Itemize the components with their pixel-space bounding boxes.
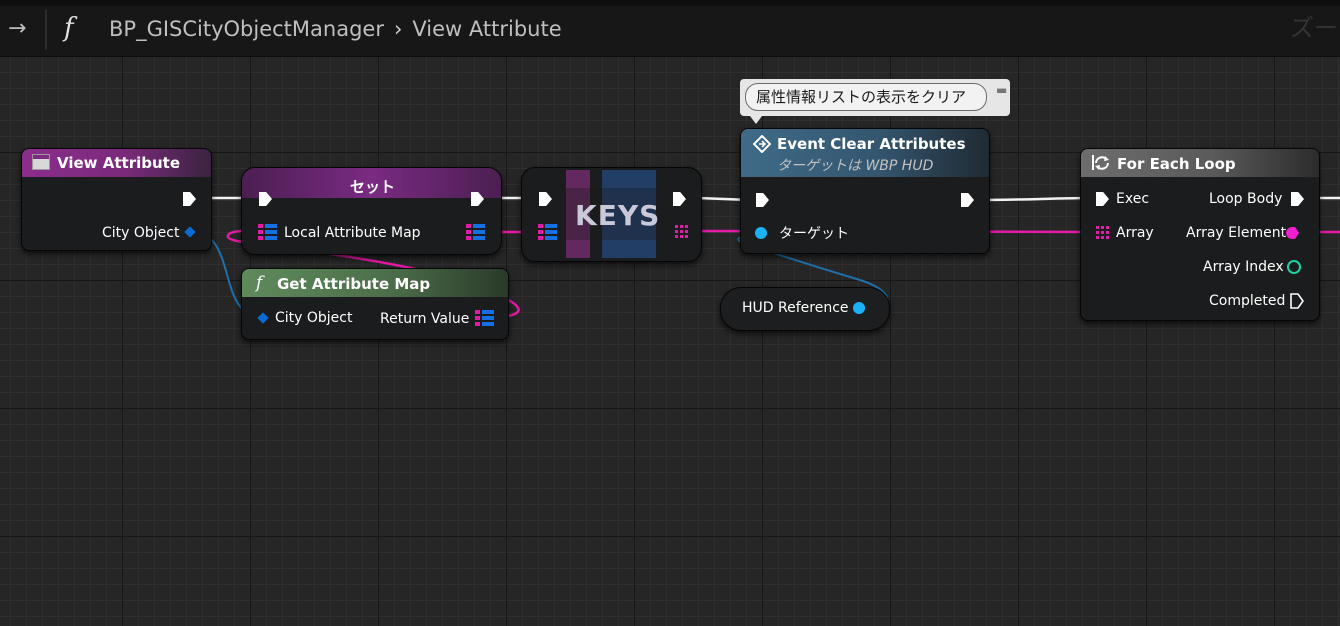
- exec-out-pin[interactable]: [961, 193, 974, 207]
- event-clear-attributes-node[interactable]: Event Clear Attributes ターゲットは WBP HUD ター…: [740, 128, 990, 254]
- map-pin-icon[interactable]: [466, 223, 485, 242]
- node-title: HUD Reference: [742, 300, 849, 316]
- array-pin-icon[interactable]: [1096, 226, 1110, 240]
- city-object-pin[interactable]: [184, 226, 196, 238]
- map-pin-icon[interactable]: [475, 309, 494, 328]
- node-title: Event Clear Attributes: [777, 135, 966, 153]
- pin-label: Local Attribute Map: [284, 225, 421, 241]
- hud-reference-node[interactable]: HUD Reference: [720, 287, 890, 331]
- node-title: View Attribute: [57, 154, 180, 172]
- city-object-pin[interactable]: [257, 312, 269, 324]
- for-each-loop-node[interactable]: For Each Loop Exec Loop Body Array Array…: [1080, 148, 1320, 321]
- node-title: Get Attribute Map: [277, 275, 431, 293]
- hud-reference-pin[interactable]: [853, 302, 865, 314]
- comment-text[interactable]: 属性情報リストの表示をクリア: [756, 87, 966, 107]
- map-pin-icon[interactable]: [258, 223, 277, 242]
- exec-out-pin[interactable]: [673, 192, 686, 206]
- set-node[interactable]: セット Local Attribute Map: [241, 167, 502, 255]
- node-title: For Each Loop: [1117, 155, 1236, 173]
- pin-label: ターゲット: [779, 226, 849, 242]
- exec-in-pin[interactable]: [539, 192, 552, 206]
- loop-icon: [1092, 155, 1109, 170]
- array-element-pin[interactable]: [1286, 227, 1299, 239]
- comment-bubble[interactable]: 属性情報リストの表示をクリア ▬: [740, 79, 1010, 124]
- map-pin-icon[interactable]: [538, 223, 557, 242]
- function-entry-icon: [32, 154, 50, 170]
- pin-label: Loop Body: [1209, 191, 1283, 207]
- pin-icon[interactable]: ▬: [996, 83, 1007, 97]
- target-pin[interactable]: [755, 227, 767, 239]
- get-attribute-map-node[interactable]: f Get Attribute Map City Object Return V…: [241, 268, 509, 340]
- node-title: セット: [350, 178, 396, 196]
- array-pin-icon[interactable]: [675, 225, 689, 239]
- node-title: KEYS: [575, 199, 661, 232]
- exec-in-pin[interactable]: [1096, 192, 1109, 206]
- keys-node[interactable]: KEYS: [521, 167, 702, 262]
- view-attribute-node[interactable]: View Attribute City Object: [21, 148, 212, 251]
- pin-label: Completed: [1209, 293, 1286, 309]
- exec-in-pin[interactable]: [756, 193, 769, 207]
- array-index-pin[interactable]: [1287, 260, 1301, 274]
- event-icon: [753, 135, 771, 153]
- pin-label: Return Value: [380, 311, 470, 327]
- pin-label: Array Index: [1203, 259, 1284, 275]
- pin-label: Array: [1116, 225, 1154, 241]
- completed-exec-pin[interactable]: [1290, 293, 1305, 309]
- function-icon: f: [256, 273, 263, 293]
- comment-tail: [750, 116, 762, 124]
- pin-label: City Object: [275, 310, 353, 326]
- node-subtitle: ターゲットは WBP HUD: [777, 158, 934, 174]
- pin-label: City Object: [102, 225, 180, 241]
- exec-out-pin[interactable]: [1291, 192, 1304, 206]
- exec-out-pin[interactable]: [183, 192, 196, 206]
- pin-label: Array Element: [1186, 225, 1287, 241]
- pin-label: Exec: [1116, 191, 1150, 207]
